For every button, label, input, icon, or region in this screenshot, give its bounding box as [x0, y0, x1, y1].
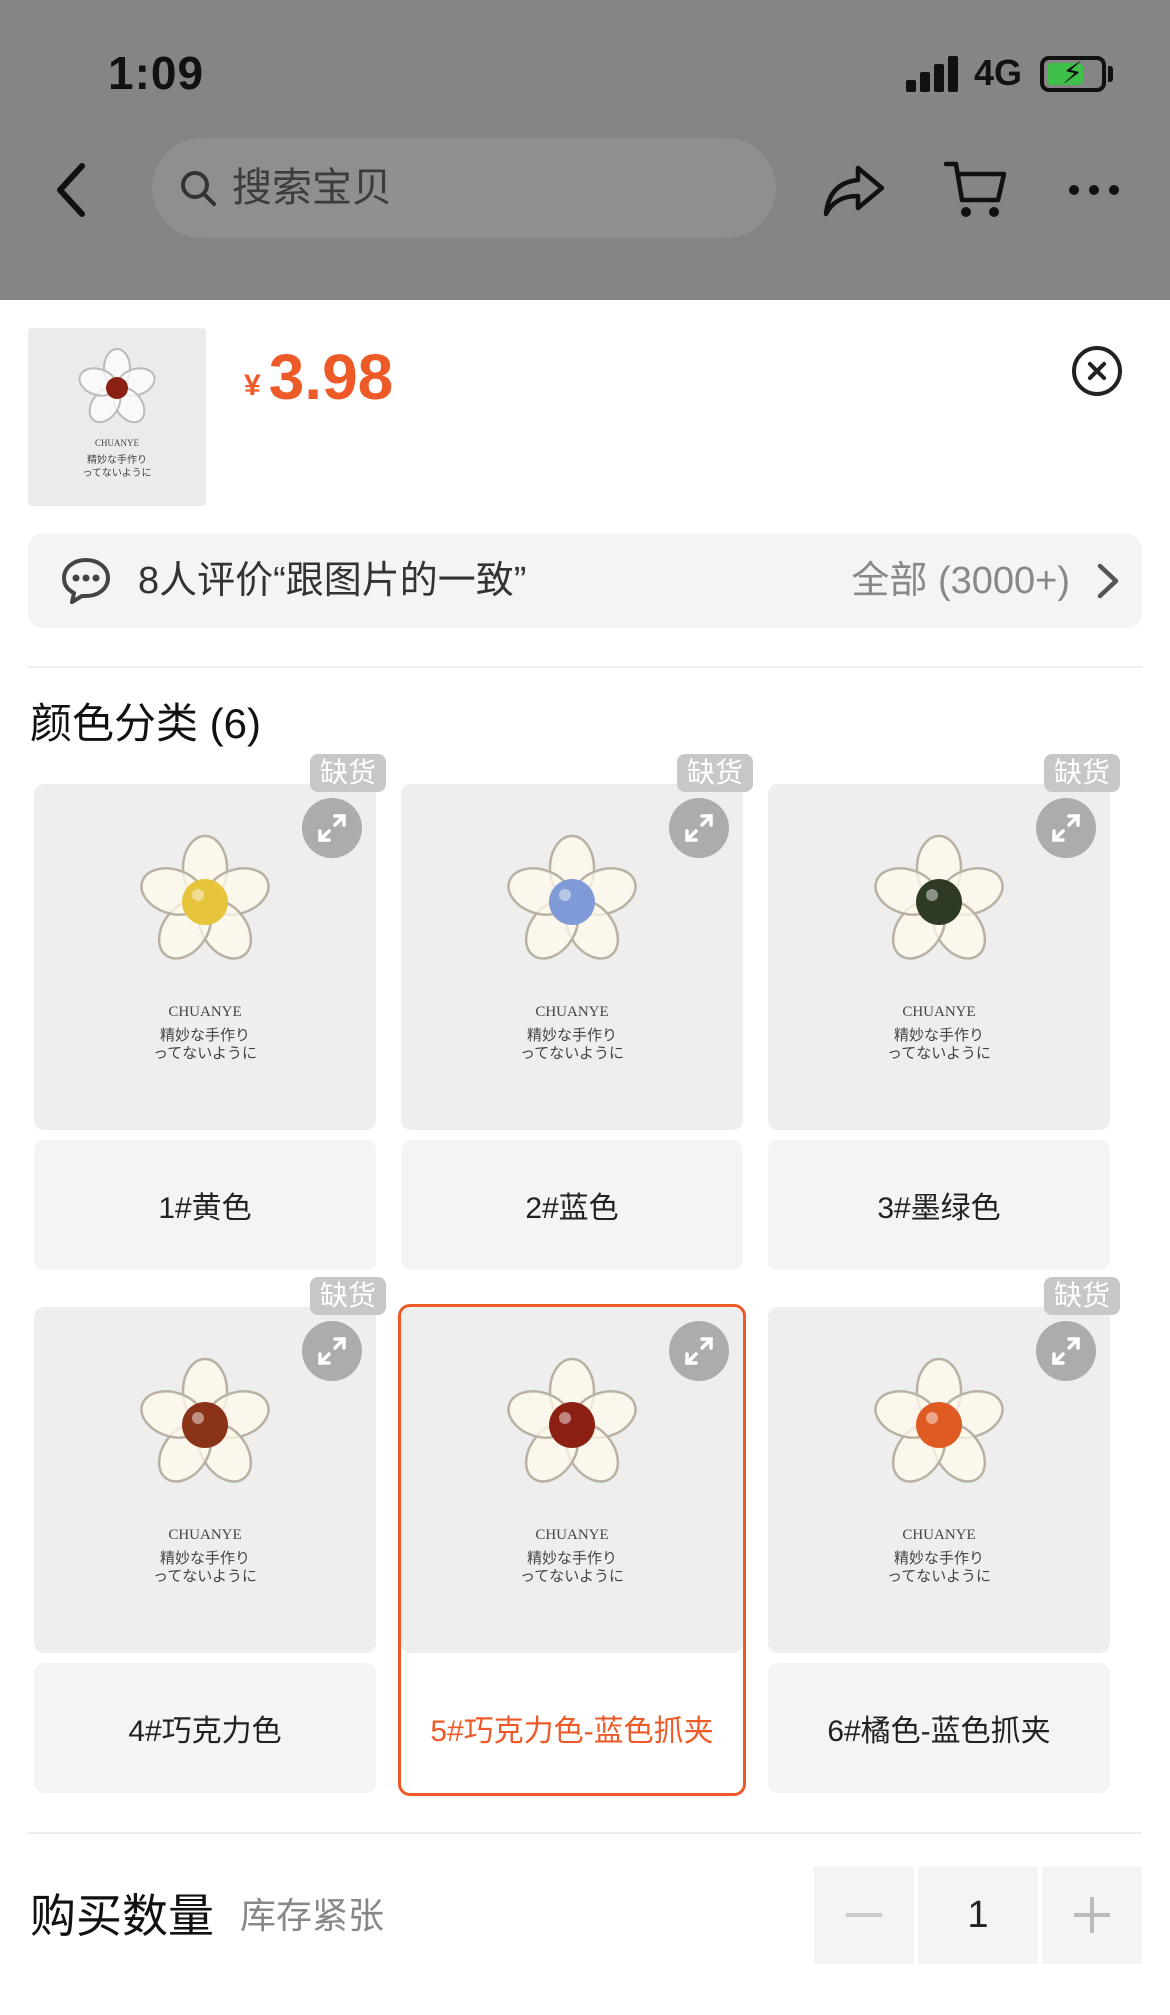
expand-icon[interactable] — [1036, 1321, 1096, 1381]
out-of-stock-badge: 缺货 — [309, 754, 386, 792]
out-of-stock-badge: 缺货 — [676, 754, 753, 792]
price-value: 3.98 — [268, 341, 394, 413]
image-caption: ってないように — [887, 1569, 991, 1585]
divider — [28, 666, 1142, 668]
chat-bubble-icon — [62, 558, 110, 604]
search-input[interactable]: 搜索宝贝 — [152, 138, 776, 238]
status-time: 1:09 — [108, 47, 205, 99]
signal-icon — [906, 54, 958, 92]
decrease-button[interactable] — [814, 1866, 914, 1964]
close-icon[interactable] — [1072, 346, 1122, 396]
product-thumbnail[interactable]: CHUANYE 精妙な手作り ってないように — [28, 328, 206, 506]
variant-label: 1#黄色 — [34, 1140, 376, 1270]
variant-option[interactable]: CHUANYE 精妙な手作り ってないように 4#巧克力色 缺货 — [34, 1277, 386, 1793]
quantity-label: 购买数量 — [30, 1890, 214, 1942]
variant-image: CHUANYE 精妙な手作り ってないように — [34, 1307, 376, 1653]
variant-label: 2#蓝色 — [401, 1140, 743, 1270]
review-summary-bar[interactable]: 8人评价“跟图片的一致” 全部 (3000+) — [28, 534, 1142, 628]
variant-image: CHUANYE 精妙な手作り ってないように — [401, 784, 743, 1130]
variant-option[interactable]: CHUANYE 精妙な手作り ってないように 1#黄色 缺货 — [34, 754, 386, 1270]
back-icon[interactable] — [52, 160, 92, 220]
search-icon — [181, 171, 216, 206]
image-brand: CHUANYE — [168, 1004, 242, 1020]
currency-symbol: ¥ — [244, 369, 261, 402]
product-price: ¥3.98 — [244, 340, 393, 414]
variant-option[interactable]: CHUANYE 精妙な手作り ってないように 2#蓝色 缺货 — [401, 754, 753, 1270]
image-brand: CHUANYE — [168, 1527, 242, 1543]
review-all-link[interactable]: 全部 (3000+) — [851, 556, 1070, 606]
expand-icon[interactable] — [302, 1321, 362, 1381]
variant-image: CHUANYE 精妙な手作り ってないように — [34, 784, 376, 1130]
quantity-stepper: 1 — [814, 1866, 1142, 1964]
share-icon[interactable] — [822, 162, 886, 218]
variant-label: 3#墨绿色 — [768, 1140, 1110, 1270]
expand-icon[interactable] — [669, 1321, 729, 1381]
out-of-stock-badge: 缺货 — [309, 1277, 386, 1315]
image-brand: CHUANYE — [902, 1004, 976, 1020]
image-caption: ってないように — [520, 1046, 624, 1062]
variant-option[interactable]: CHUANYE 精妙な手作り ってないように 5#巧克力色-蓝色抓夹 — [398, 1304, 746, 1796]
variant-image: CHUANYE 精妙な手作り ってないように — [401, 1307, 743, 1653]
out-of-stock-badge: 缺货 — [1043, 1277, 1120, 1315]
review-summary-text: 8人评价“跟图片的一致” — [138, 560, 527, 602]
variant-label: 5#巧克力色-蓝色抓夹 — [401, 1663, 743, 1793]
flower-clip-image — [78, 348, 156, 424]
quantity-value[interactable]: 1 — [918, 1866, 1038, 1964]
dimmed-background[interactable]: 1:09 4G ⚡ 搜索宝贝 — [0, 0, 1170, 300]
image-caption: ってないように — [153, 1046, 257, 1062]
image-caption: ってないように — [887, 1046, 991, 1062]
variant-option[interactable]: CHUANYE 精妙な手作り ってないように 3#墨绿色 缺货 — [768, 754, 1120, 1270]
image-caption: ってないように — [153, 1569, 257, 1585]
expand-icon[interactable] — [302, 798, 362, 858]
image-brand: CHUANYE — [902, 1527, 976, 1543]
variant-section-title: 颜色分类 (6) — [30, 700, 262, 747]
network-type: 4G — [974, 52, 1023, 93]
variant-label: 4#巧克力色 — [34, 1663, 376, 1793]
variant-image: CHUANYE 精妙な手作り ってないように — [768, 784, 1110, 1130]
variant-label: 6#橘色-蓝色抓夹 — [768, 1663, 1110, 1793]
image-brand: CHUANYE — [535, 1004, 609, 1020]
expand-icon[interactable] — [1036, 798, 1096, 858]
image-caption: ってないように — [520, 1569, 624, 1585]
cart-icon[interactable] — [944, 158, 1008, 222]
search-placeholder: 搜索宝贝 — [232, 166, 392, 210]
increase-button[interactable] — [1042, 1866, 1142, 1964]
divider — [28, 1832, 1142, 1834]
expand-icon[interactable] — [669, 798, 729, 858]
variant-image: CHUANYE 精妙な手作り ってないように — [768, 1307, 1110, 1653]
stock-note: 库存紧张 — [240, 1895, 385, 1936]
chevron-right-icon — [1097, 563, 1119, 599]
out-of-stock-badge: 缺货 — [1043, 754, 1120, 792]
more-icon[interactable] — [1066, 180, 1122, 200]
variant-option[interactable]: CHUANYE 精妙な手作り ってないように 6#橘色-蓝色抓夹 缺货 — [768, 1277, 1120, 1793]
image-brand: CHUANYE — [535, 1527, 609, 1543]
battery-icon: ⚡ — [1040, 56, 1106, 92]
